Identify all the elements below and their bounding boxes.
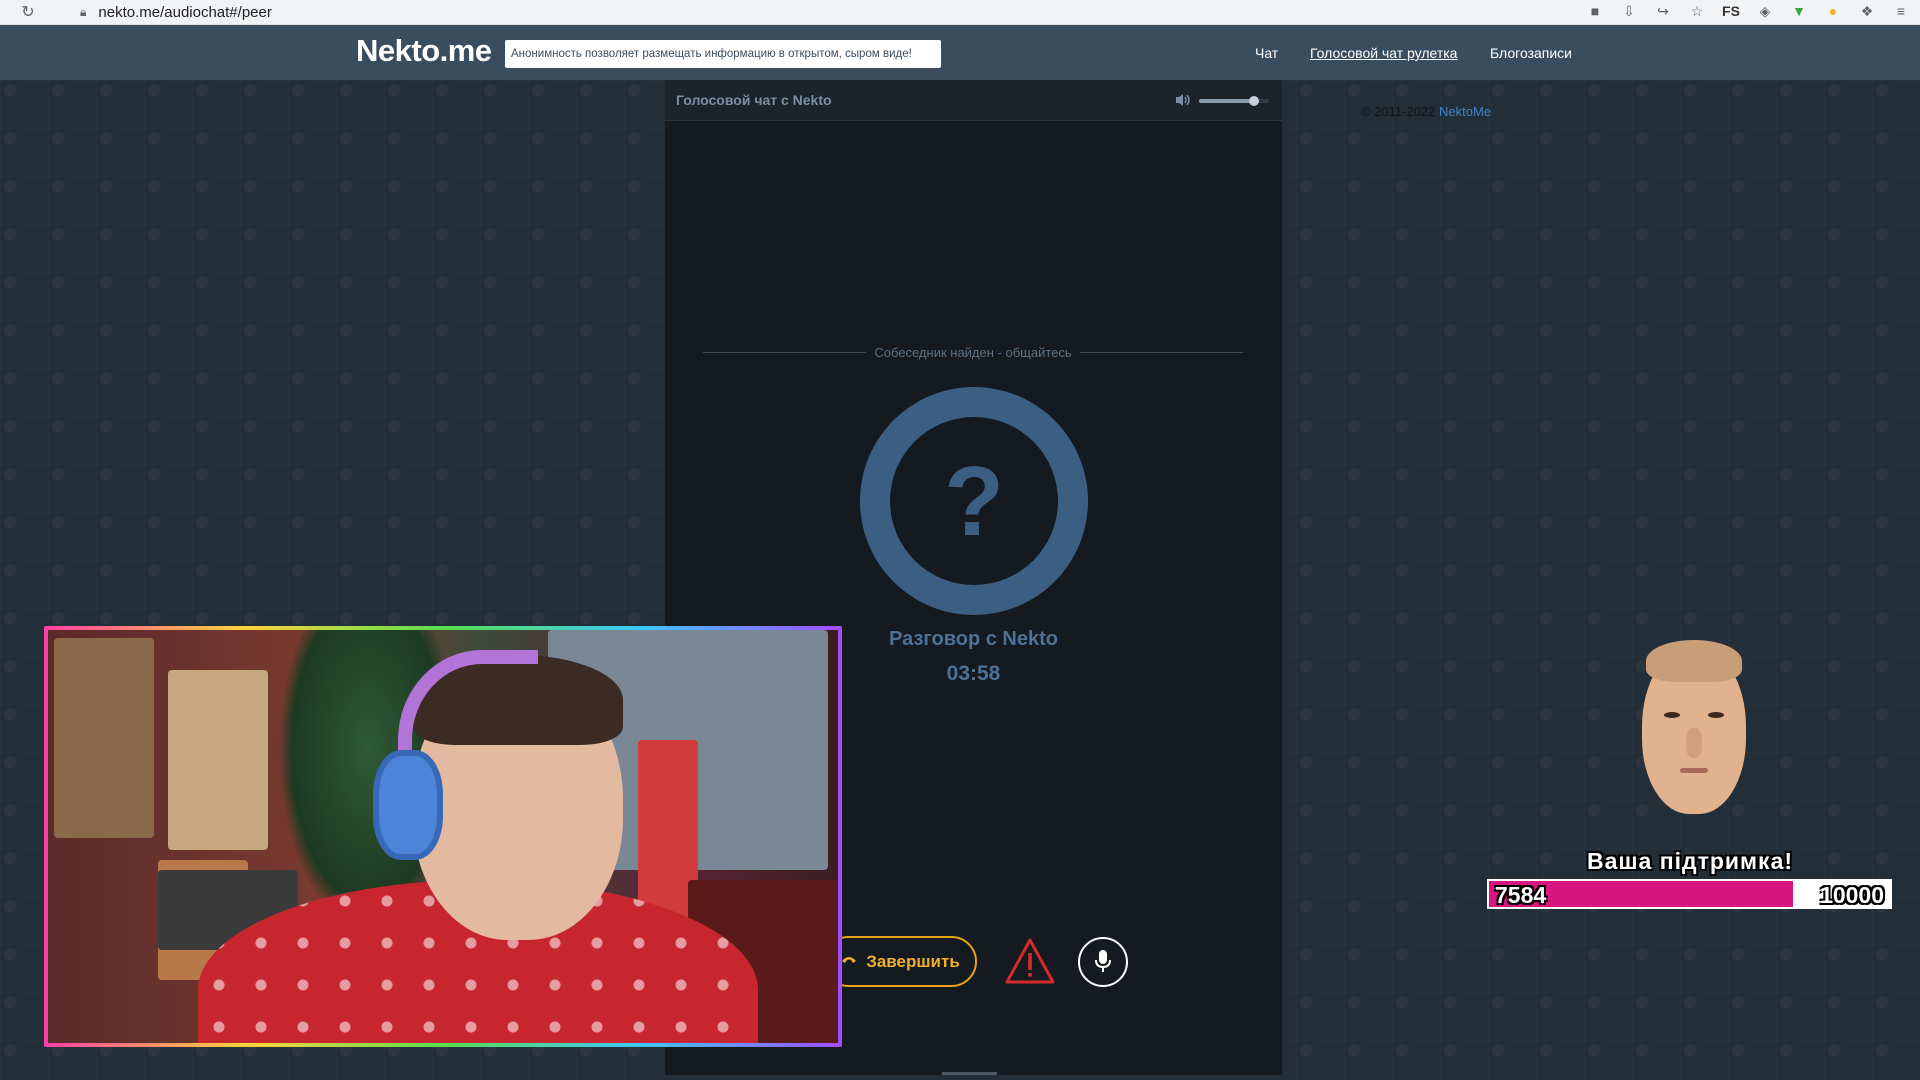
support-title: Ваша підтримка! xyxy=(1586,848,1794,874)
circle-extension-icon[interactable]: ● xyxy=(1824,2,1842,20)
support-avatar xyxy=(1632,640,1756,820)
support-goal-amount: 10000 xyxy=(1820,882,1884,908)
warning-triangle-icon[interactable] xyxy=(1004,936,1056,986)
volume-slider[interactable] xyxy=(1199,96,1269,106)
end-call-label: Завершить xyxy=(866,951,960,971)
hangup-icon xyxy=(840,952,858,972)
chat-header: Голосовой чат с Nekto xyxy=(665,80,1282,121)
face-eye xyxy=(1708,712,1724,718)
headset-earcup xyxy=(373,750,443,860)
microphone-button[interactable] xyxy=(1078,937,1128,987)
card-frame xyxy=(168,670,268,850)
jersey-frame xyxy=(54,638,154,838)
address-bar[interactable]: nekto.me/audiochat#/peer xyxy=(98,4,271,21)
nav-item-voice-roulette[interactable]: Голосовой чат рулетка xyxy=(1310,45,1457,61)
question-mark-icon: ? xyxy=(944,446,1004,556)
puzzle-icon[interactable]: ❖ xyxy=(1858,2,1876,20)
copyright-link[interactable]: NektoMe xyxy=(1439,104,1491,119)
anonymity-notice: Анонимность позволяет размещать информац… xyxy=(505,40,941,68)
divider xyxy=(1079,351,1243,353)
volume-slider-fill xyxy=(1199,99,1254,103)
webcam-scene xyxy=(48,630,838,1043)
face-mouth xyxy=(1680,768,1708,773)
download-extension-icon[interactable]: ▼ xyxy=(1790,2,1808,20)
star-icon[interactable]: ☆ xyxy=(1688,2,1706,20)
face-nose xyxy=(1686,728,1702,758)
site-logo[interactable]: Nekto.me xyxy=(356,33,492,69)
browser-toolbar: ↻ 🔒︎ nekto.me/audiochat#/peer ■ ⇩ ↪ ☆ FS… xyxy=(0,0,1920,25)
face-eye xyxy=(1664,712,1680,718)
nav-item-chat[interactable]: Чат xyxy=(1255,45,1278,61)
volume-slider-handle[interactable] xyxy=(1248,96,1259,106)
site-header: Nekto.me Анонимность позволяет размещать… xyxy=(0,25,1920,80)
nav-item-blog[interactable]: Блогозаписи xyxy=(1490,45,1572,61)
support-progress-bar: 7584 10000 xyxy=(1487,879,1892,909)
connection-status: Собеседник найден - общайтесь xyxy=(703,344,1243,360)
peer-avatar: ? xyxy=(860,387,1088,615)
lock-icon[interactable]: 🔒︎ xyxy=(80,5,86,20)
extensions-area: ■ ⇩ ↪ ☆ FS ◈ ▼ ● ❖ ≡ xyxy=(1586,2,1910,20)
volume-icon[interactable] xyxy=(1174,91,1192,109)
end-call-button[interactable]: Завершить xyxy=(823,936,977,987)
reading-list-icon[interactable]: ≡ xyxy=(1892,2,1910,20)
copyright: © 2011-2022 NektoMe xyxy=(1361,104,1491,119)
install-icon[interactable]: ⇩ xyxy=(1620,2,1638,20)
support-current-amount: 7584 xyxy=(1495,882,1547,908)
copyright-text: © 2011-2022 xyxy=(1361,104,1436,119)
fs-extension-icon[interactable]: FS xyxy=(1722,2,1740,20)
status-text: Собеседник найден - общайтесь xyxy=(874,344,1072,360)
chat-title: Голосовой чат с Nekto xyxy=(676,92,832,108)
microphone-icon xyxy=(1092,948,1114,977)
face-hair xyxy=(1646,640,1742,682)
shield-extension-icon[interactable]: ◈ xyxy=(1756,2,1774,20)
divider xyxy=(703,351,867,353)
peer-avatar-inner: ? xyxy=(890,417,1058,585)
streamer-webcam xyxy=(44,626,842,1047)
reload-icon[interactable]: ↻ xyxy=(18,2,38,22)
camera-icon[interactable]: ■ xyxy=(1586,2,1604,20)
scrollbar[interactable] xyxy=(942,1072,997,1075)
share-icon[interactable]: ↪ xyxy=(1654,2,1672,20)
